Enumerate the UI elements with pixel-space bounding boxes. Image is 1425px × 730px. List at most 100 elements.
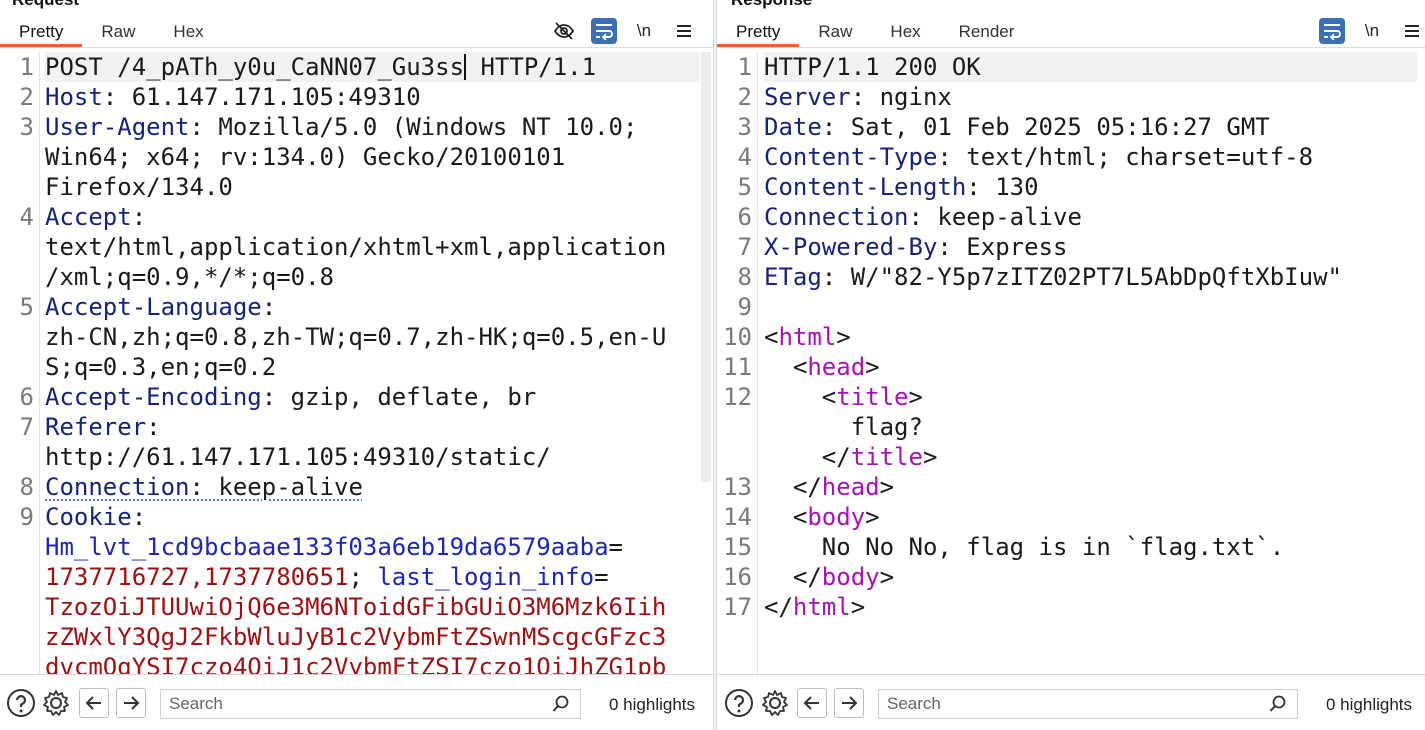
- request-method-path: POST /4_pATh_y0u_CaNN07_Gu3ss: [45, 53, 465, 81]
- request-pane: Request Pretty Raw Hex \n 1 2 3 4 5 6 7 …: [0, 0, 713, 730]
- header-line-referer: Referer:: [45, 412, 161, 442]
- line-number: 7: [19, 413, 34, 441]
- tab-render[interactable]: Render: [940, 17, 1034, 47]
- settings-gear-icon[interactable]: [760, 688, 790, 718]
- header-value-wrap: text/html,application/xhtml+xml,applicat…: [45, 233, 667, 261]
- tab-raw[interactable]: Raw: [82, 17, 154, 47]
- header-line-cookie: Cookie:: [45, 502, 146, 532]
- body-text: No No No, flag is in `flag.txt`.: [821, 533, 1285, 561]
- cookie-value: zZWxlY3QgJ2FkbWluJyB1c2VybmFtZSwnMScgcGF…: [45, 623, 667, 651]
- previous-arrow-icon[interactable]: [79, 688, 109, 718]
- header-line-x-powered-by: X-Powered-By: Express: [764, 232, 1067, 262]
- line-number: 8: [737, 263, 752, 291]
- search-input[interactable]: [887, 694, 1247, 714]
- header-value: : nginx: [850, 83, 952, 111]
- header-line-etag: ETag: W/"82-Y5p7zITZ02PT7L5AbDpQftXbIuw": [764, 262, 1342, 292]
- request-scrollbar[interactable]: [701, 52, 711, 482]
- previous-arrow-icon[interactable]: [797, 688, 827, 718]
- line-number: 3: [737, 113, 752, 141]
- line-number: 16: [723, 563, 752, 591]
- header-line-user-agent: User-Agent: Mozilla/5.0 (Windows NT 10.0…: [45, 112, 637, 142]
- header-name: User-Agent: [45, 113, 190, 141]
- line-number: 17: [723, 593, 752, 621]
- html-tag-name: title: [850, 443, 923, 471]
- next-arrow-icon[interactable]: [834, 688, 864, 718]
- tab-pretty[interactable]: Pretty: [717, 17, 800, 47]
- title-close-line: </title>: [764, 443, 938, 471]
- header-value: :: [261, 293, 277, 321]
- tab-hex[interactable]: Hex: [154, 17, 222, 47]
- hide-eye-icon[interactable]: [551, 18, 577, 44]
- cookie-value: TzozOiJTUUwiOjQ6e3M6NToidGFibGUiO3M6Mzk6…: [45, 593, 667, 621]
- head-close-line: </head>: [764, 473, 895, 501]
- newline-toggle-icon[interactable]: \n: [1359, 18, 1385, 44]
- line-number: 1: [19, 53, 34, 81]
- line-number: 12: [723, 383, 752, 411]
- line-number: 5: [19, 293, 34, 321]
- response-toolbar: \n: [1319, 17, 1425, 45]
- response-search-box: [878, 689, 1298, 719]
- cookie-value: 1737716727,1737780651: [45, 563, 349, 591]
- response-pane-title: Response: [731, 0, 812, 9]
- menu-icon[interactable]: [671, 18, 697, 44]
- html-tag-name: body: [807, 503, 866, 531]
- header-value-wrap: http://61.147.171.105:49310/static/: [45, 443, 551, 471]
- header-line-accept-language: Accept-Language:: [45, 292, 276, 322]
- body-open-line: <body>: [764, 503, 880, 531]
- header-value-wrap: S;q=0.3,en;q=0.2: [45, 353, 277, 381]
- newline-toggle-icon[interactable]: \n: [631, 18, 657, 44]
- request-editor[interactable]: 1 2 3 4 5 6 7 8 9 POST /4_pATh_y0u_CaNN0…: [0, 52, 713, 674]
- line-number: 6: [19, 383, 34, 411]
- header-name: Host: [45, 83, 103, 111]
- header-line-connection: Connection: keep-alive: [45, 472, 363, 502]
- line-number: 7: [737, 233, 752, 261]
- line-number: 1: [737, 53, 752, 81]
- status-line: HTTP/1.1 200 OK: [764, 52, 1417, 82]
- header-value: : Express: [937, 233, 1068, 261]
- head-open-line: <head>: [764, 353, 880, 381]
- html-tag-name: body: [821, 563, 880, 591]
- search-icon[interactable]: [1269, 695, 1287, 713]
- line-number: 3: [19, 113, 34, 141]
- tab-hex[interactable]: Hex: [871, 17, 939, 47]
- header-value: : Sat, 01 Feb 2025 05:16:27 GMT: [821, 113, 1270, 141]
- search-input[interactable]: [169, 694, 529, 714]
- header-name: Connection: [764, 203, 909, 231]
- help-icon[interactable]: [6, 688, 36, 718]
- title-text-line: flag?: [764, 412, 923, 442]
- html-tag-name: html: [792, 593, 851, 621]
- header-name: ETag: [764, 263, 822, 291]
- tab-pretty[interactable]: Pretty: [0, 17, 83, 47]
- wrap-lines-icon[interactable]: [1319, 18, 1345, 44]
- header-name: Accept-Language: [45, 293, 262, 321]
- html-tag-name: head: [807, 353, 866, 381]
- wrap-lines-icon[interactable]: [591, 18, 617, 44]
- header-name: Content-Type: [764, 143, 938, 171]
- cookie-name: last_login_info: [377, 563, 595, 591]
- tab-raw[interactable]: Raw: [799, 17, 871, 47]
- header-name: Content-Length: [764, 173, 967, 201]
- header-line-host: Host: 61.147.171.105:49310: [45, 82, 421, 112]
- header-value: : 130: [966, 173, 1039, 201]
- help-icon[interactable]: [724, 688, 754, 718]
- header-name: Accept-Encoding: [45, 383, 262, 411]
- header-value: : W/"82-Y5p7zITZ02PT7L5AbDpQftXbIuw": [821, 263, 1342, 291]
- next-arrow-icon[interactable]: [116, 688, 146, 718]
- settings-gear-icon[interactable]: [41, 688, 71, 718]
- title-text: flag?: [850, 413, 923, 441]
- line-number: 9: [19, 503, 34, 531]
- header-name: X-Powered-By: [764, 233, 938, 261]
- header-value: : 61.147.171.105:49310: [102, 83, 421, 111]
- menu-icon[interactable]: [1399, 18, 1425, 44]
- line-number: 15: [723, 533, 752, 561]
- request-tabs: Pretty Raw Hex: [0, 17, 223, 47]
- line-number-gutter: 1 2 3 4 5 6 7 8 9: [0, 52, 40, 674]
- body-close-line: </body>: [764, 563, 895, 591]
- header-line-accept-encoding: Accept-Encoding: gzip, deflate, br: [45, 382, 536, 412]
- header-line-content-type: Content-Type: text/html; charset=utf-8: [764, 142, 1313, 172]
- cookie-pair: 1737716727,1737780651; last_login_info=: [45, 562, 609, 592]
- line-number: 2: [19, 83, 34, 111]
- search-icon[interactable]: [552, 695, 570, 713]
- header-line-content-length: Content-Length: 130: [764, 172, 1039, 202]
- response-editor[interactable]: 1 2 3 4 5 6 7 8 9 10 11 12 13 14 15 16 1…: [717, 52, 1425, 674]
